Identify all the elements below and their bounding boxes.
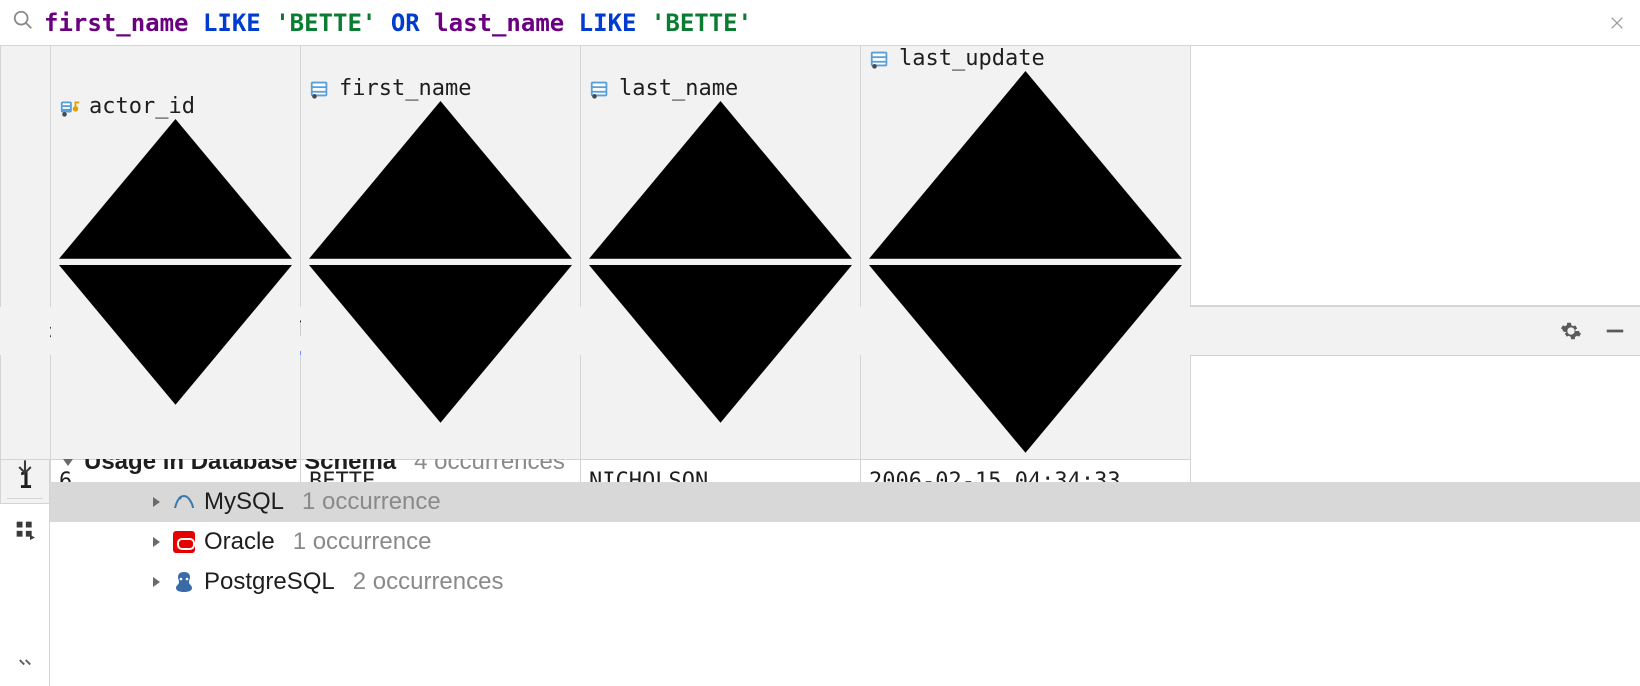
more-icon[interactable] xyxy=(12,650,38,676)
sort-arrows-icon[interactable] xyxy=(589,240,852,429)
column-header-last_name[interactable]: last_name xyxy=(581,46,861,459)
filter-bar: first_name LIKE 'BETTE' OR last_name LIK… xyxy=(0,0,1640,46)
column-header-actor_id[interactable]: actor_id xyxy=(51,46,301,459)
column-name: last_name xyxy=(619,76,738,101)
tree-db-mysql[interactable]: MySQL 1 occurrence xyxy=(50,482,1640,522)
column-name: last_update xyxy=(899,46,1045,71)
minimize-icon[interactable] xyxy=(1602,318,1628,344)
db-name: MySQL xyxy=(204,488,284,516)
column-name: actor_id xyxy=(89,94,195,119)
column-icon xyxy=(869,48,891,70)
sort-arrows-icon[interactable] xyxy=(59,240,292,411)
chevron-right-icon[interactable] xyxy=(148,496,164,508)
db-name: Oracle xyxy=(204,528,275,556)
clear-filter-icon[interactable] xyxy=(1606,12,1628,34)
toolbar-separator xyxy=(7,498,43,499)
search-icon xyxy=(12,9,34,37)
gear-icon[interactable] xyxy=(1558,318,1584,344)
column-header-first_name[interactable]: first_name xyxy=(301,46,581,459)
postgres-icon xyxy=(172,570,196,594)
column-header-last_update[interactable]: last_update xyxy=(861,46,1191,459)
tree-db-postgresql[interactable]: PostgreSQL 2 occurrences xyxy=(50,562,1640,602)
db-count: 2 occurrences xyxy=(353,568,504,596)
key-column-icon xyxy=(59,96,81,118)
result-grid: actor_idfirst_namelast_namelast_update 1… xyxy=(0,46,1640,306)
db-count: 1 occurrence xyxy=(293,528,432,556)
mysql-icon xyxy=(172,490,196,514)
oracle-icon xyxy=(172,530,196,554)
group-icon[interactable] xyxy=(12,517,38,543)
sort-arrows-icon[interactable] xyxy=(869,240,1182,459)
column-name: first_name xyxy=(339,76,471,101)
tree-db-oracle[interactable]: Oracle 1 occurrence xyxy=(50,522,1640,562)
chevron-right-icon[interactable] xyxy=(148,576,164,588)
chevron-right-icon[interactable] xyxy=(148,536,164,548)
column-icon xyxy=(309,78,331,100)
sort-arrows-icon[interactable] xyxy=(309,240,572,429)
filter-expression[interactable]: first_name LIKE 'BETTE' OR last_name LIK… xyxy=(44,9,1596,37)
column-icon xyxy=(589,78,611,100)
db-count: 1 occurrence xyxy=(302,488,441,516)
db-name: PostgreSQL xyxy=(204,568,335,596)
